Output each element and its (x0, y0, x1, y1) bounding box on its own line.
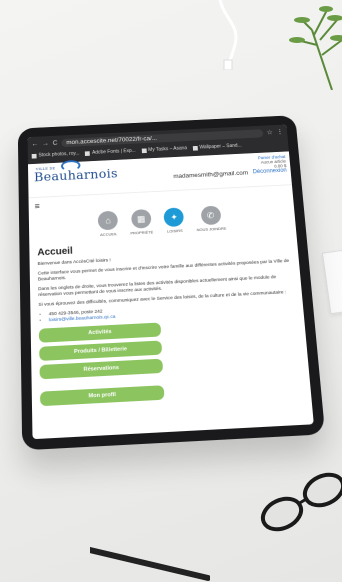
forward-icon[interactable]: → (42, 140, 49, 147)
house-icon: ▦ (130, 208, 152, 229)
reservations-button[interactable]: Réservations (39, 358, 164, 380)
glasses-decoration (260, 472, 342, 532)
plant-decoration (289, 6, 342, 90)
phone-icon: ✆ (200, 205, 222, 226)
nav-item-loisirs[interactable]: ✦ LOISIRS (163, 207, 185, 234)
reload-icon[interactable]: C (53, 140, 58, 147)
produits-billetterie-button[interactable]: Produits / Billetterie (39, 340, 163, 361)
bookmark-item[interactable]: Stock photos, roy... (31, 149, 80, 160)
mon-profil-button[interactable]: Mon profil (40, 385, 165, 407)
menu-icon[interactable]: ⋮ (276, 128, 283, 136)
bookmark-item[interactable]: Adobe Fonts | Exp... (85, 146, 136, 158)
bookmark-item[interactable]: Wallpaper – Sand... (192, 141, 242, 152)
pen-decoration (90, 547, 210, 581)
cart-summary[interactable]: Panier d'achat Aucun article 0.00 $ (258, 154, 287, 169)
star-icon[interactable]: ☆ (266, 129, 273, 137)
tablet: ← → C mon.accescite.net/70022/fr-ca/... … (17, 115, 326, 451)
action-buttons: Activités Produits / Billetterie Réserva… (38, 322, 165, 407)
user-email: madamesmith@gmail.com (173, 169, 249, 180)
logout-link[interactable]: Déconnexion (253, 168, 287, 175)
back-icon[interactable]: ← (31, 141, 38, 148)
leisure-icon: ✦ (163, 207, 185, 228)
site-logo[interactable]: VILLE DE Beauharnois (34, 159, 118, 185)
notepad-decoration (321, 247, 342, 315)
cable-decoration (218, 0, 238, 70)
bookmark-item[interactable]: My Tasks – Asana (141, 144, 187, 155)
tablet-screen: ← → C mon.accescite.net/70022/fr-ca/... … (27, 124, 314, 440)
nav-item-accueil[interactable]: ⌂ ACCUEIL (97, 210, 119, 237)
main-content: Accueil Bienvenue dans AccèsCité loisirs… (29, 227, 311, 413)
nav-item-nous-joindre[interactable]: ✆ NOUS JOINDRE (195, 205, 227, 232)
activites-button[interactable]: Activités (38, 322, 162, 343)
nav-item-propriete[interactable]: ▦ PROPRIÉTÉ (129, 208, 153, 235)
home-icon: ⌂ (97, 210, 119, 231)
